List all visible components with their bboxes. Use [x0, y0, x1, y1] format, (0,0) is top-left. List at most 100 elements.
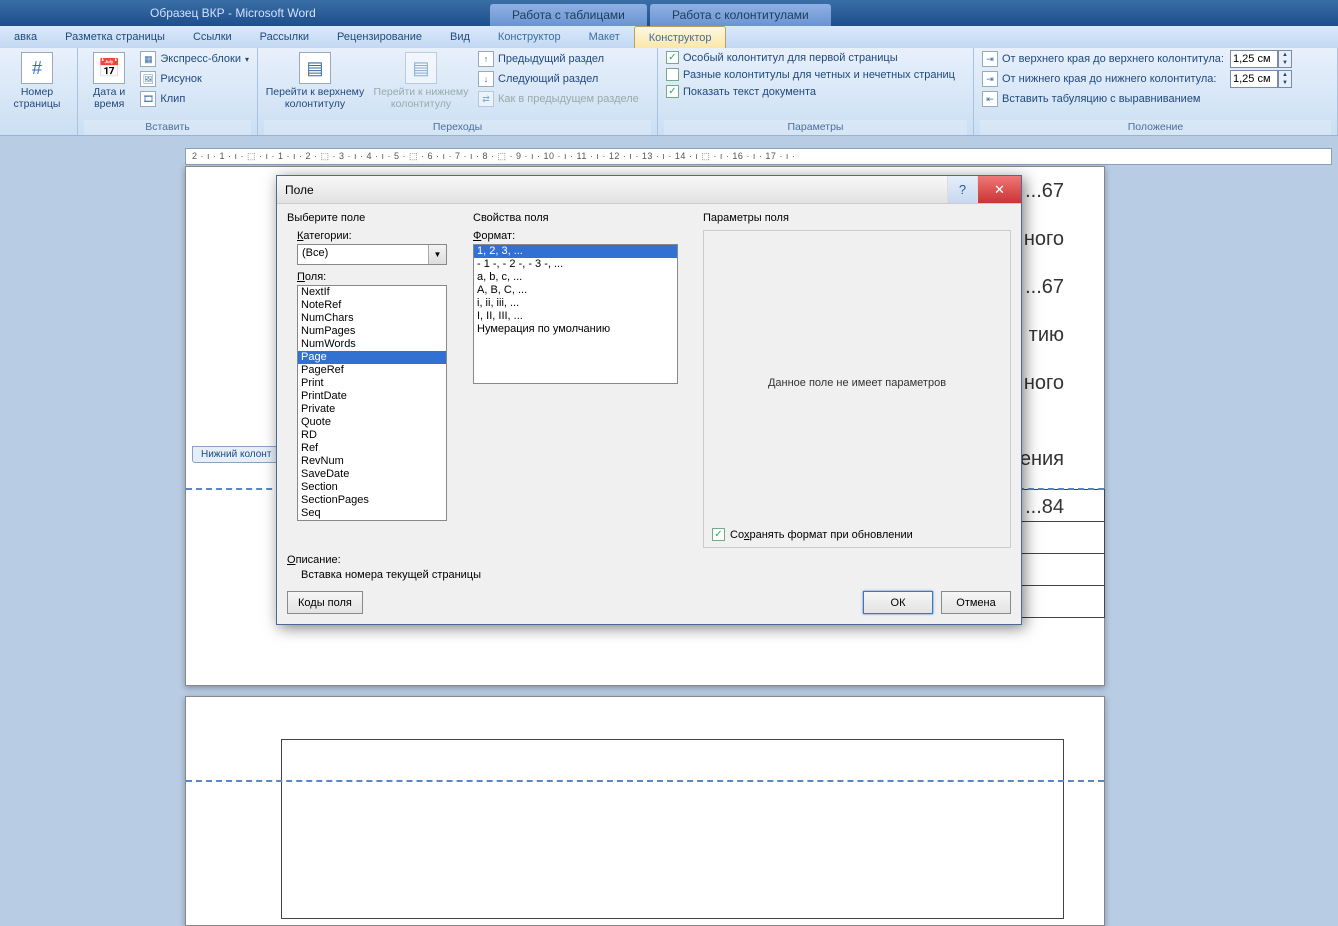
format-item[interactable]: I, II, III, ... — [474, 310, 677, 323]
tab-references[interactable]: Ссылки — [179, 26, 246, 48]
field-item[interactable]: NextIf — [298, 286, 446, 299]
format-label: Формат: — [473, 230, 703, 242]
close-button[interactable]: ✕ — [977, 176, 1021, 203]
field-item[interactable]: NumChars — [298, 312, 446, 325]
formats-listbox[interactable]: 1, 2, 3, ...- 1 -, - 2 -, - 3 -, ...a, b… — [473, 244, 678, 384]
tab-mailings[interactable]: Рассылки — [246, 26, 323, 48]
calendar-icon: 📅 — [93, 52, 125, 84]
first-page-checkbox[interactable]: ✓ Особый колонтитул для первой страницы — [664, 50, 957, 65]
prev-icon: ↑ — [478, 51, 494, 67]
options-fieldset: Данное поле не имеет параметров ✓ Сохран… — [703, 230, 1011, 548]
dropdown-arrow-icon[interactable]: ▼ — [428, 245, 446, 264]
field-item[interactable]: Print — [298, 377, 446, 390]
group-insert: 📅 Дата и время ▦Экспресс-блоки▾ 🖼Рисунок… — [78, 48, 258, 135]
express-blocks-button[interactable]: ▦Экспресс-блоки▾ — [138, 50, 251, 68]
group-nav-label: Переходы — [264, 120, 651, 135]
fields-listbox[interactable]: NextIfNoteRefNumCharsNumPagesNumWordsPag… — [297, 285, 447, 521]
format-item[interactable]: 1, 2, 3, ... — [474, 245, 677, 258]
tab-table-design[interactable]: Конструктор — [484, 26, 575, 48]
format-item[interactable]: - 1 -, - 2 -, - 3 -, ... — [474, 258, 677, 271]
blocks-icon: ▦ — [140, 51, 156, 67]
page-number-icon: # — [21, 52, 53, 84]
show-doc-checkbox[interactable]: ✓Показать текст документа — [664, 84, 957, 99]
date-time-button[interactable]: 📅 Дата и время — [84, 50, 134, 110]
tab-review[interactable]: Рецензирование — [323, 26, 436, 48]
cancel-button[interactable]: Отмена — [941, 591, 1011, 614]
field-item[interactable]: Ref — [298, 442, 446, 455]
up-arrow-icon[interactable]: ▲ — [1279, 71, 1291, 79]
field-item[interactable]: RD — [298, 429, 446, 442]
goto-header-label: Перейти к верхнему колонтитулу — [264, 86, 366, 110]
ok-button[interactable]: ОК — [863, 591, 933, 614]
field-item[interactable]: PageRef — [298, 364, 446, 377]
categories-combo[interactable]: (Все) ▼ — [297, 244, 447, 265]
field-item[interactable]: NumWords — [298, 338, 446, 351]
footer-icon: ▤ — [405, 52, 437, 84]
tab-page-layout[interactable]: Разметка страницы — [51, 26, 179, 48]
format-item[interactable]: i, ii, iii, ... — [474, 297, 677, 310]
categories-value: (Все) — [298, 245, 428, 264]
field-codes-button[interactable]: Коды поля — [287, 591, 363, 614]
field-item[interactable]: SectionPages — [298, 494, 446, 507]
document-page-2[interactable] — [185, 696, 1105, 926]
format-item[interactable]: Нумерация по умолчанию — [474, 323, 677, 336]
footer-bottom-input[interactable] — [1230, 70, 1278, 88]
dialog-title-text: Поле — [285, 183, 314, 197]
field-item[interactable]: NumPages — [298, 325, 446, 338]
context-tab-headers: Работа с колонтитулами — [650, 4, 831, 26]
group-insert-hf: # Номер страницы — [0, 48, 78, 135]
tab-table-layout[interactable]: Макет — [575, 26, 634, 48]
field-item[interactable]: SaveDate — [298, 468, 446, 481]
format-item[interactable]: A, B, C, ... — [474, 284, 677, 297]
prev-section-button[interactable]: ↑Предыдущий раздел — [476, 50, 641, 68]
tab-insert-partial[interactable]: авка — [0, 26, 51, 48]
footer-bottom-spinner[interactable]: ▲▼ — [1230, 70, 1292, 88]
dialog-titlebar[interactable]: Поле ? ✕ — [277, 176, 1021, 204]
doc-table — [281, 739, 1064, 919]
check-icon: ✓ — [666, 51, 679, 64]
field-properties-column: Свойства поля Формат: 1, 2, 3, ...- 1 -,… — [473, 212, 703, 548]
down-arrow-icon[interactable]: ▼ — [1279, 59, 1291, 67]
group-position-label: Положение — [980, 120, 1331, 135]
dialog-body: Выберите поле Категории: (Все) ▼ Поля: N… — [277, 204, 1021, 548]
window-title: Образец ВКР - Microsoft Word — [150, 0, 316, 26]
down-arrow-icon[interactable]: ▼ — [1279, 79, 1291, 87]
field-item[interactable]: RevNum — [298, 455, 446, 468]
goto-footer-button: ▤ Перейти к нижнему колонтитулу — [370, 50, 472, 110]
clip-button[interactable]: 🎞Клип — [138, 90, 251, 108]
tab-view[interactable]: Вид — [436, 26, 484, 48]
help-button[interactable]: ? — [947, 176, 977, 203]
categories-label: Категории: — [297, 230, 473, 242]
tab-header-design[interactable]: Конструктор — [634, 26, 727, 48]
next-section-button[interactable]: ↓Следующий раздел — [476, 70, 641, 88]
page-number-button[interactable]: # Номер страницы — [6, 50, 68, 110]
header-icon: ▤ — [299, 52, 331, 84]
ribbon: # Номер страницы 📅 Дата и время ▦Экспрес… — [0, 48, 1338, 136]
horizontal-ruler[interactable]: 2 · ı · 1 · ı · ⬚ · ı · 1 · ı · 2 · ⬚ · … — [185, 148, 1332, 165]
fields-label: Поля: — [297, 271, 473, 283]
header-top-input[interactable] — [1230, 50, 1278, 68]
ruler-icon: ⇥ — [982, 51, 998, 67]
field-item[interactable]: PrintDate — [298, 390, 446, 403]
goto-header-button[interactable]: ▤ Перейти к верхнему колонтитулу — [264, 50, 366, 110]
first-page-label: Особый колонтитул для первой страницы — [683, 52, 898, 64]
odd-even-checkbox[interactable]: Разные колонтитулы для четных и нечетных… — [664, 67, 957, 82]
field-item[interactable]: Private — [298, 403, 446, 416]
field-item[interactable]: Page — [298, 351, 446, 364]
up-arrow-icon[interactable]: ▲ — [1279, 51, 1291, 59]
format-item[interactable]: a, b, c, ... — [474, 271, 677, 284]
field-item[interactable]: Section — [298, 481, 446, 494]
field-item[interactable]: Quote — [298, 416, 446, 429]
field-item[interactable]: Seq — [298, 507, 446, 520]
header-top-spinner[interactable]: ▲▼ — [1230, 50, 1292, 68]
field-item[interactable]: NoteRef — [298, 299, 446, 312]
group-options: ✓ Особый колонтитул для первой страницы Р… — [658, 48, 974, 135]
check-icon: ✓ — [666, 85, 679, 98]
picture-button[interactable]: 🖼Рисунок — [138, 70, 251, 88]
description-label: Описание: — [287, 554, 1011, 566]
insert-align-tab-button[interactable]: ⇤Вставить табуляцию с выравниванием — [980, 90, 1226, 108]
picture-label: Рисунок — [160, 73, 202, 85]
check-icon: ✓ — [712, 528, 725, 541]
preserve-format-checkbox[interactable]: ✓ Сохранять формат при обновлении — [712, 528, 1002, 541]
preserve-label: Сохранять формат при обновлении — [730, 529, 913, 541]
